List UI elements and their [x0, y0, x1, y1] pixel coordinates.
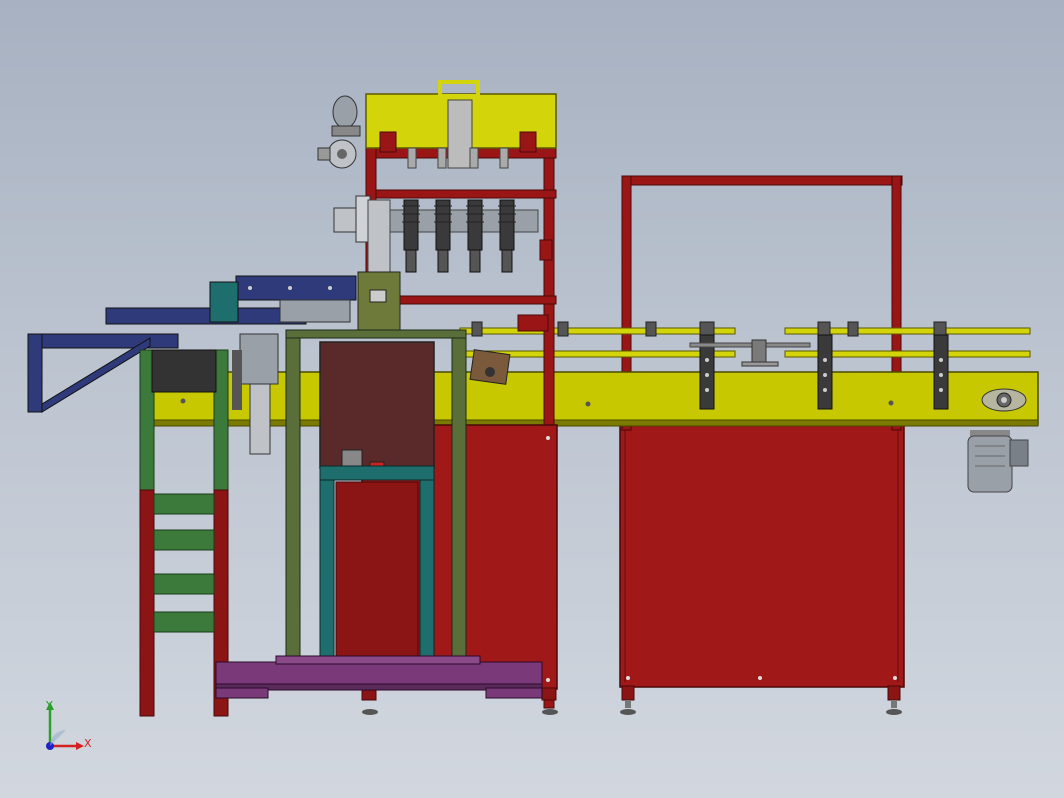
main-conveyor-beam[interactable] [144, 371, 1039, 427]
triad-x-label: X [84, 737, 92, 750]
sensor-box[interactable] [469, 349, 511, 385]
filling-machine-assembly-model[interactable] [0, 0, 1064, 798]
triad-y-label: Y [46, 699, 53, 712]
drive-motor[interactable] [967, 430, 1029, 493]
teal-inner-frame[interactable] [319, 465, 435, 661]
base-platform[interactable] [215, 655, 543, 699]
control-panel-box[interactable] [319, 341, 435, 477]
right-conveyor-cabinet[interactable] [619, 424, 905, 715]
capping-rail-structure[interactable] [105, 275, 357, 325]
cad-graphics-viewport[interactable]: Y X [0, 0, 1064, 798]
valve-gear-assembly[interactable] [317, 95, 371, 243]
filling-nozzle-array[interactable] [385, 199, 539, 273]
